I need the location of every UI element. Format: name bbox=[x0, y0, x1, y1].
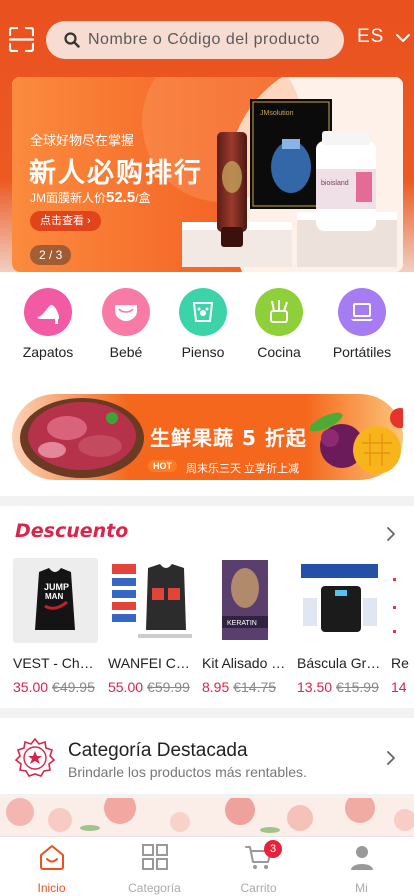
product-prices: 35.00 €49.95 bbox=[13, 679, 98, 695]
fresh-promo-banner[interactable]: 生鲜果蔬 5 折起 HOT 周末乐三天 立享折上减 bbox=[12, 388, 410, 483]
product-old-price: €59.99 bbox=[147, 679, 190, 695]
laptop-icon bbox=[338, 288, 386, 336]
star-badge-icon bbox=[14, 737, 56, 777]
discount-title: Descuento bbox=[15, 520, 129, 542]
promo-banner[interactable]: JMsolution bioisland 全球好物尽在掌握 新人必购排行 JM面… bbox=[12, 77, 403, 272]
banner-price-prefix: JM面膜新人价 bbox=[30, 191, 106, 205]
product-image-partial bbox=[391, 558, 414, 643]
product-image-heated-vest bbox=[108, 558, 193, 643]
floral-banner-partial[interactable] bbox=[0, 798, 414, 836]
category-bebe[interactable]: Bebé bbox=[86, 288, 166, 360]
category-pienso[interactable]: Pienso bbox=[163, 288, 243, 360]
product-old-price: €15.99 bbox=[336, 679, 379, 695]
chevron-right-icon[interactable] bbox=[386, 526, 396, 542]
product-name: WANFEI Chaleco bbox=[108, 655, 192, 671]
category-cocina[interactable]: Cocina bbox=[239, 288, 319, 360]
featured-category-row[interactable]: Categoría Destacada Brindarle los produc… bbox=[0, 718, 414, 794]
category-portatiles[interactable]: Portátiles bbox=[322, 288, 402, 360]
category-label: Zapatos bbox=[22, 344, 74, 360]
hot-badge: HOT bbox=[148, 460, 177, 472]
product-price: 14 bbox=[391, 679, 407, 695]
product-image-vest: JUMP MAN bbox=[13, 558, 98, 643]
category-zapatos[interactable]: Zapatos bbox=[8, 288, 88, 360]
category-label: Pienso bbox=[181, 344, 225, 360]
category-label: Portátiles bbox=[332, 344, 392, 360]
diaper-icon bbox=[102, 288, 150, 336]
product-card[interactable]: WANFEI Chaleco 55.00€59.99 bbox=[108, 558, 193, 695]
product-image-keratin-kit: KERATIN bbox=[202, 558, 287, 643]
product-image-scale bbox=[297, 558, 382, 643]
search-bar[interactable] bbox=[46, 21, 344, 59]
product-name: VEST - Champion bbox=[13, 655, 97, 671]
banner-subtitle: 全球好物尽在掌握 bbox=[30, 133, 135, 148]
tab-carrito[interactable]: 3 Carrito bbox=[207, 840, 310, 895]
top-bar: ES bbox=[0, 18, 414, 62]
tab-label: Categoría bbox=[128, 881, 181, 895]
home-icon bbox=[39, 845, 64, 870]
user-icon bbox=[350, 846, 373, 870]
app-page: ES bbox=[0, 0, 414, 896]
product-name: Báscula Grasa bbox=[297, 655, 381, 671]
tab-inicio[interactable]: Inicio bbox=[0, 843, 103, 895]
banner-price-value: 52.5 bbox=[106, 189, 136, 206]
category-shortcuts: Zapatos Bebé Pienso Cocina Portátiles bbox=[0, 272, 414, 376]
search-input[interactable] bbox=[88, 31, 338, 49]
chevron-right-icon[interactable] bbox=[386, 750, 396, 766]
product-card[interactable]: KERATIN Kit Alisado Keratin 8.95€14.75 bbox=[202, 558, 287, 695]
product-card[interactable]: Báscula Grasa 13.50 €15.99 bbox=[297, 558, 382, 695]
product-old-price: €49.95 bbox=[52, 679, 95, 695]
product-price: 55.00 bbox=[108, 679, 144, 695]
product-name: Kit Alisado Keratin bbox=[202, 655, 286, 671]
language-selector[interactable]: ES bbox=[357, 26, 384, 48]
tab-categoria[interactable]: Categoría bbox=[103, 843, 206, 895]
featured-subtitle: Brindarle los productos más rentables. bbox=[68, 764, 307, 780]
tab-mi[interactable]: Mi bbox=[310, 843, 413, 895]
svg-text:bioisland: bioisland bbox=[321, 180, 349, 187]
cart-badge: 3 bbox=[264, 840, 282, 858]
product-prices: 13.50 €15.99 bbox=[297, 679, 382, 695]
banner-price: JM面膜新人价52.5/盒 bbox=[30, 189, 151, 206]
high-heel-icon bbox=[24, 288, 72, 336]
product-name: Re bbox=[391, 655, 409, 671]
tab-label: Inicio bbox=[37, 881, 66, 895]
featured-title: Categoría Destacada bbox=[68, 740, 248, 761]
category-label: Cocina bbox=[257, 344, 301, 360]
product-old-price: €14.75 bbox=[233, 679, 277, 695]
banner-price-suffix: /盒 bbox=[135, 191, 151, 205]
grid-icon bbox=[141, 844, 168, 870]
pet-food-icon bbox=[179, 288, 227, 336]
tab-label: Carrito bbox=[240, 881, 277, 895]
product-price: 13.50 bbox=[297, 679, 333, 695]
product-price: 35.00 bbox=[13, 679, 49, 695]
scan-icon[interactable] bbox=[9, 27, 34, 52]
product-prices: 8.95 €14.75 bbox=[202, 679, 287, 695]
product-prices: 14 bbox=[391, 679, 414, 695]
fresh-promo-section: 生鲜果蔬 5 折起 HOT 周末乐三天 立享折上减 bbox=[0, 376, 414, 496]
tab-label: Mi bbox=[355, 881, 368, 895]
promo-subtitle: 周末乐三天 立享折上减 bbox=[186, 463, 300, 475]
svg-text:KERATIN: KERATIN bbox=[227, 620, 257, 627]
search-icon bbox=[64, 32, 80, 48]
product-card[interactable]: Re 14 bbox=[391, 558, 414, 695]
banner-view-button[interactable]: 点击查看 › bbox=[30, 211, 101, 231]
banner-title: 新人必购排行 bbox=[29, 158, 203, 189]
svg-text:JUMP: JUMP bbox=[44, 582, 69, 592]
product-prices: 55.00 €59.99 bbox=[108, 679, 193, 695]
product-price: 8.95 bbox=[202, 679, 230, 695]
bottom-tab-bar: Inicio Categoría 3 Carrito Mi bbox=[0, 836, 414, 896]
kitchen-utensils-icon bbox=[255, 288, 303, 336]
product-card[interactable]: JUMPMAN VEST - Champion 35.00€49.95 bbox=[13, 558, 98, 695]
banner-pager: 2 / 3 bbox=[30, 245, 72, 265]
discount-section: Descuento JUMPMAN VEST - Champion 35.00€… bbox=[0, 506, 414, 708]
svg-text:JMsolution: JMsolution bbox=[260, 110, 294, 117]
category-label: Bebé bbox=[109, 344, 143, 360]
chevron-down-icon[interactable] bbox=[396, 33, 410, 43]
svg-text:MAN: MAN bbox=[45, 592, 63, 601]
promo-title: 生鲜果蔬 5 折起 bbox=[150, 426, 307, 450]
